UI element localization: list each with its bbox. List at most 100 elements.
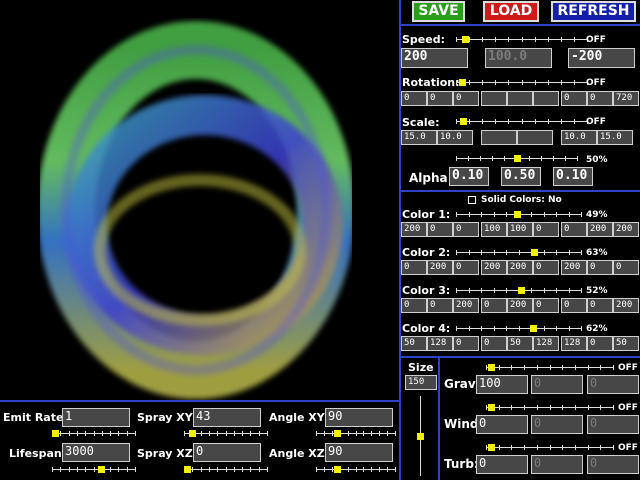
- rotation-field[interactable]: 0: [453, 91, 479, 106]
- load-button[interactable]: LOAD: [483, 1, 539, 22]
- rotation-field[interactable]: 0: [561, 91, 587, 106]
- size-field[interactable]: 150: [405, 375, 437, 390]
- color-slider[interactable]: [456, 287, 582, 295]
- speed-min-field[interactable]: 200: [401, 48, 468, 68]
- slider-knob[interactable]: [98, 466, 105, 473]
- slider-knob[interactable]: [334, 430, 341, 437]
- angle-xz-slider[interactable]: [316, 466, 396, 474]
- color-value-field[interactable]: 128: [533, 336, 559, 351]
- slider-knob[interactable]: [189, 430, 196, 437]
- lifespan-field[interactable]: 3000: [62, 443, 130, 462]
- color-value-field[interactable]: 0: [481, 336, 507, 351]
- scale-field[interactable]: 15.0: [401, 130, 437, 145]
- force-slider[interactable]: [486, 404, 614, 412]
- rotation-field[interactable]: 720: [613, 91, 639, 106]
- color-value-field[interactable]: 0: [427, 298, 453, 313]
- angle-xy-field[interactable]: 90: [325, 408, 393, 427]
- slider-knob[interactable]: [334, 466, 341, 473]
- slider-knob[interactable]: [52, 430, 59, 437]
- rotation-slider[interactable]: [456, 79, 588, 87]
- color-value-field[interactable]: 0: [613, 260, 639, 275]
- color-value-field[interactable]: 0: [427, 222, 453, 237]
- color-value-field[interactable]: 200: [481, 260, 507, 275]
- color-value-field[interactable]: 100: [507, 222, 533, 237]
- color-value-field[interactable]: 0: [453, 260, 479, 275]
- color-value-field[interactable]: 50: [507, 336, 533, 351]
- color-value-field[interactable]: 0: [561, 298, 587, 313]
- color-value-field[interactable]: 0: [533, 222, 559, 237]
- slider-knob[interactable]: [488, 404, 495, 411]
- force-value-field[interactable]: 0: [587, 375, 639, 394]
- color-value-field[interactable]: 0: [587, 298, 613, 313]
- color-value-field[interactable]: 200: [401, 222, 427, 237]
- color-value-field[interactable]: 200: [587, 222, 613, 237]
- spray-xy-field[interactable]: 43: [193, 408, 261, 427]
- alpha-end-field[interactable]: 0.10: [553, 167, 593, 186]
- color-value-field[interactable]: 50: [401, 336, 427, 351]
- force-slider[interactable]: [486, 364, 614, 372]
- color-value-field[interactable]: 0: [533, 260, 559, 275]
- force-value-field[interactable]: 0: [587, 415, 639, 434]
- lifespan-slider[interactable]: [52, 466, 136, 474]
- slider-knob[interactable]: [530, 325, 537, 332]
- color-value-field[interactable]: 128: [427, 336, 453, 351]
- color-value-field[interactable]: 128: [561, 336, 587, 351]
- scale-field[interactable]: [517, 130, 553, 145]
- rotation-field[interactable]: [481, 91, 507, 106]
- slider-knob[interactable]: [488, 444, 495, 451]
- scale-field[interactable]: 10.0: [437, 130, 473, 145]
- force-value-field[interactable]: 0: [531, 455, 583, 474]
- color-slider[interactable]: [456, 211, 582, 219]
- rotation-field[interactable]: [507, 91, 533, 106]
- size-slider-knob[interactable]: [417, 433, 424, 440]
- force-value-field[interactable]: 0: [531, 375, 583, 394]
- slider-knob[interactable]: [518, 287, 525, 294]
- angle-xy-slider[interactable]: [316, 430, 396, 438]
- spray-xz-field[interactable]: 0: [193, 443, 261, 462]
- force-slider[interactable]: [486, 444, 614, 452]
- speed-max-field[interactable]: -200: [568, 48, 635, 68]
- spray-xz-slider[interactable]: [184, 466, 268, 474]
- color-value-field[interactable]: 0: [587, 336, 613, 351]
- color-slider[interactable]: [456, 249, 582, 257]
- rotation-field[interactable]: 0: [427, 91, 453, 106]
- scale-field[interactable]: [481, 130, 517, 145]
- color-value-field[interactable]: 0: [453, 336, 479, 351]
- force-value-field[interactable]: 0: [531, 415, 583, 434]
- scale-slider[interactable]: [456, 118, 588, 126]
- speed-slider[interactable]: [456, 36, 588, 44]
- force-value-field[interactable]: 100: [476, 375, 528, 394]
- color-value-field[interactable]: 200: [507, 298, 533, 313]
- color-value-field[interactable]: 200: [561, 260, 587, 275]
- scale-field[interactable]: 10.0: [561, 130, 597, 145]
- rotation-field[interactable]: 0: [587, 91, 613, 106]
- color-value-field[interactable]: 200: [613, 222, 639, 237]
- force-value-field[interactable]: 0: [476, 455, 528, 474]
- slider-knob[interactable]: [460, 118, 467, 125]
- color-value-field[interactable]: 200: [427, 260, 453, 275]
- color-value-field[interactable]: 0: [401, 260, 427, 275]
- refresh-button[interactable]: REFRESH: [551, 1, 636, 22]
- color-slider[interactable]: [456, 325, 582, 333]
- color-value-field[interactable]: 200: [453, 298, 479, 313]
- slider-knob[interactable]: [459, 79, 466, 86]
- angle-xz-field[interactable]: 90: [325, 443, 393, 462]
- rotation-field[interactable]: 0: [401, 91, 427, 106]
- color-value-field[interactable]: 0: [561, 222, 587, 237]
- solid-colors-checkbox[interactable]: [468, 196, 476, 204]
- scale-field[interactable]: 15.0: [597, 130, 633, 145]
- color-value-field[interactable]: 0: [481, 298, 507, 313]
- spray-xy-slider[interactable]: [184, 430, 268, 438]
- particle-canvas[interactable]: [0, 0, 400, 400]
- alpha-start-field[interactable]: 0.10: [449, 167, 489, 186]
- color-value-field[interactable]: 0: [587, 260, 613, 275]
- color-value-field[interactable]: 0: [533, 298, 559, 313]
- color-value-field[interactable]: 50: [613, 336, 639, 351]
- slider-knob[interactable]: [184, 466, 191, 473]
- color-value-field[interactable]: 0: [401, 298, 427, 313]
- emit-rate-field[interactable]: 1: [62, 408, 130, 427]
- rotation-field[interactable]: [533, 91, 559, 106]
- save-button[interactable]: SAVE: [412, 1, 465, 22]
- force-value-field[interactable]: 0: [476, 415, 528, 434]
- slider-knob[interactable]: [514, 211, 521, 218]
